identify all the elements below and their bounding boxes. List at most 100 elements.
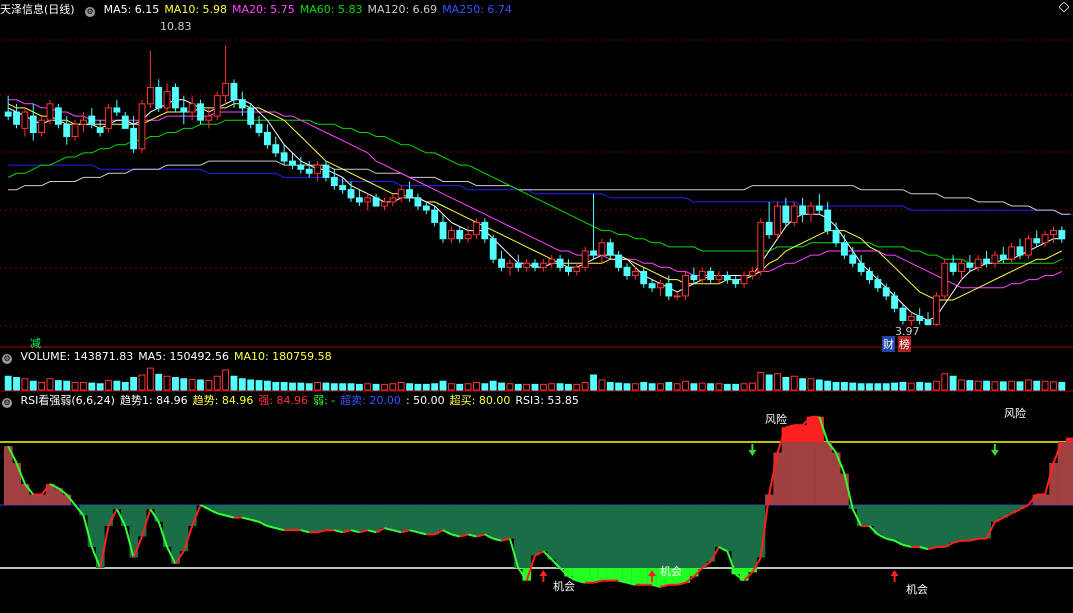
candle-body-35 [297, 164, 305, 170]
rsi-bear-fill-29 [246, 505, 256, 520]
volume-bar-82 [690, 383, 698, 391]
rsi-bull-fill-0 [4, 446, 13, 505]
candle-body-21 [180, 107, 188, 113]
candle-body-105 [882, 287, 890, 297]
price-header: 天泽信息(日线) ⚙ MA5: 6.15 MA10: 5.98 MA20: 5.75… [0, 2, 522, 18]
collapse-panel-icon[interactable] [1059, 2, 1069, 12]
rsi-bear-fill-86 [723, 505, 732, 552]
candle-body-32 [272, 144, 280, 154]
volume-bar-104 [874, 383, 882, 391]
candle-body-118 [991, 254, 999, 264]
volume-bar-2 [21, 378, 29, 391]
rsi-bull-fill-127 [1066, 437, 1073, 505]
candle-body-22 [188, 103, 196, 113]
volume-bar-38 [322, 382, 330, 391]
candle-body-91 [765, 221, 773, 236]
rsi-bear-fill-54 [455, 505, 465, 537]
candle-body-61 [514, 262, 522, 268]
price-candles [4, 45, 1066, 326]
rsi-bear-fill-45 [380, 505, 389, 529]
volume-bar-8 [71, 382, 79, 391]
volume-bar-15 [130, 377, 138, 391]
candle-body-20 [171, 86, 179, 109]
candle-body-88 [740, 275, 748, 285]
volume-bar-86 [723, 383, 731, 391]
rsi-bear-fill-14 [121, 505, 130, 526]
candle-body-114 [958, 262, 965, 272]
candle-body-41 [347, 189, 355, 199]
settings-gear-icon[interactable]: ⚙ [85, 7, 96, 17]
volume-bar-50 [422, 383, 430, 391]
candle-body-113 [949, 262, 957, 272]
reduce-marker[interactable]: 减 [30, 335, 41, 351]
candle-body-24 [205, 115, 213, 121]
rsi-risk-fill-95 [798, 425, 808, 442]
candle-body-34 [289, 160, 296, 166]
rsi-settings-gear-icon[interactable]: ⚙ [2, 398, 12, 408]
volume-bar-117 [983, 380, 990, 391]
volume-bar-36 [305, 383, 313, 391]
rsi-opportunity-fill-71 [597, 568, 607, 581]
volume-bar-80 [673, 383, 681, 391]
volume-bar-73 [615, 382, 623, 391]
candle-body-100 [840, 242, 848, 256]
volume-settings-gear-icon[interactable]: ⚙ [2, 354, 12, 364]
volume-bar-25 [213, 375, 221, 391]
volume-bar-112 [941, 373, 949, 391]
volume-bar-16 [138, 374, 146, 391]
volume-bar-118 [991, 381, 999, 391]
candle-body-122 [1024, 238, 1032, 256]
rsi-opportunity-fill-76 [639, 568, 649, 585]
candle-body-83 [698, 270, 706, 281]
rank-marker[interactable]: 榜 [898, 336, 911, 352]
candle-body-55 [464, 234, 472, 240]
finance-marker[interactable]: 财 [882, 336, 895, 352]
candle-body-107 [899, 307, 907, 321]
rsi-bear-fill-112 [940, 505, 950, 547]
rsi-bull-fill-123 [1032, 494, 1042, 505]
rsi-bear-fill-40 [338, 505, 348, 533]
candle-body-70 [590, 250, 597, 256]
candle-body-126 [1058, 230, 1066, 240]
volume-bar-107 [899, 382, 907, 391]
volume-bar-22 [188, 378, 196, 391]
candle-body-44 [372, 197, 380, 207]
candle-body-115 [966, 262, 974, 268]
volume-bar-89 [748, 382, 756, 391]
candle-body-59 [498, 258, 505, 268]
candle-body-124 [1041, 234, 1049, 244]
candle-body-33 [280, 152, 288, 162]
candle-body-7 [63, 123, 71, 138]
volume-bar-65 [548, 383, 556, 391]
volume-bar-0 [4, 375, 12, 391]
rsi-indicator-0: RSI看强弱(6,6,24) [20, 394, 115, 407]
volume-bar-29 [247, 379, 255, 391]
volume-bar-119 [999, 381, 1007, 391]
candle-body-90 [757, 221, 765, 272]
volume-bar-43 [364, 383, 372, 391]
volume-bar-101 [849, 382, 857, 391]
volume-bar-60 [506, 383, 514, 391]
volume-bar-46 [389, 383, 397, 391]
volume-bar-63 [531, 383, 539, 391]
candle-body-73 [615, 254, 623, 268]
candle-body-68 [573, 266, 581, 272]
rsi-bear-fill-20 [171, 505, 180, 564]
stock-name[interactable]: 天泽信息 [0, 3, 44, 16]
rsi-indicator-7: 超买: 80.00 [449, 394, 511, 407]
volume-bar-84 [707, 383, 715, 391]
candle-body-43 [364, 197, 372, 203]
rsi-bear-fill-111 [932, 505, 941, 547]
volume-bar-88 [740, 383, 748, 391]
volume-bar-30 [255, 380, 263, 391]
candle-body-29 [247, 107, 255, 125]
volume-bar-33 [280, 382, 288, 391]
rsi-risk-fill-94 [790, 425, 799, 442]
rsi-bear-fill-37 [313, 505, 323, 533]
volume-bar-123 [1033, 380, 1041, 391]
rsi-bear-fill-16 [137, 505, 147, 537]
rsi-bear-fill-83 [698, 505, 707, 568]
rsi-bear-fill-50 [422, 505, 431, 535]
rsi-bear-fill-34 [288, 505, 297, 531]
volume-bar-9 [80, 382, 87, 391]
